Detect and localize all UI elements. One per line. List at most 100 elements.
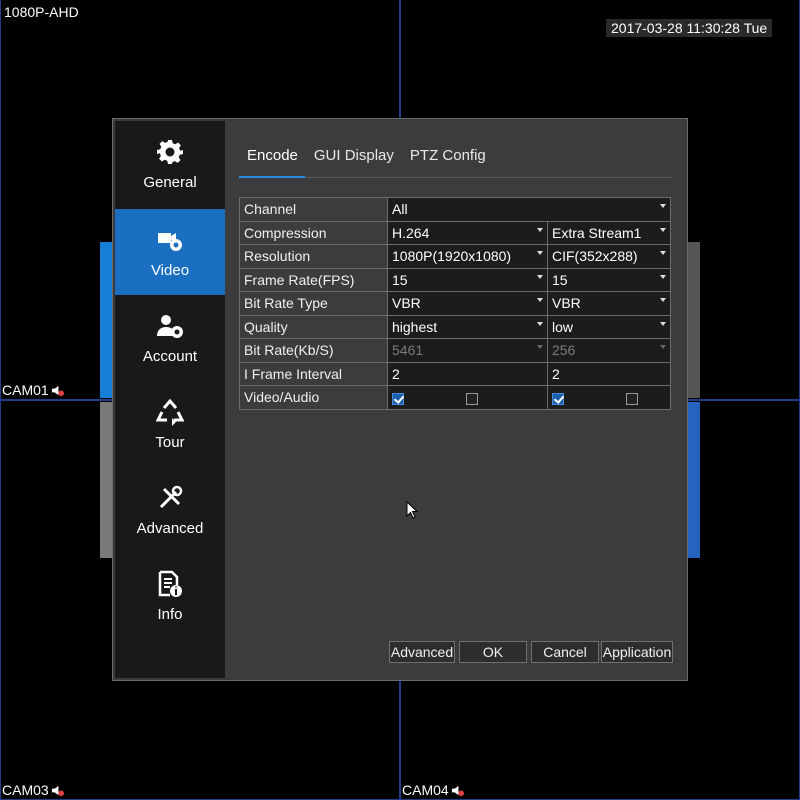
application-button[interactable]: Application [601, 641, 673, 663]
compression-extra-select[interactable]: Extra Stream1 [546, 220, 672, 245]
table-row: Compression H.264 Extra Stream1 [239, 220, 672, 245]
dropdown-arrow-icon [660, 298, 666, 302]
table-row: Quality highest low [239, 314, 672, 339]
video-strip [686, 402, 700, 558]
row-label: Bit Rate Type [239, 291, 388, 316]
sidebar-item-info[interactable]: Info [115, 553, 225, 639]
row-label: Channel [239, 197, 388, 222]
tab-ptz-config[interactable]: PTZ Config [402, 143, 494, 172]
extra-video-checkbox[interactable] [551, 392, 564, 405]
camera-name: CAM01 [2, 382, 49, 398]
table-row: I Frame Interval 2 2 [239, 361, 672, 386]
resolution-main-select[interactable]: 1080P(1920x1080) [387, 244, 548, 269]
frame-rate-extra-select[interactable]: 15 [546, 267, 672, 292]
extra-audio-checkbox[interactable] [625, 392, 638, 405]
resolution-extra-select[interactable]: CIF(352x288) [546, 244, 672, 269]
quality-main-select[interactable]: highest [387, 314, 548, 339]
i-frame-interval-extra-input[interactable]: 2 [546, 361, 672, 386]
sidebar-item-tour[interactable]: Tour [115, 381, 225, 467]
select-value: 256 [551, 342, 576, 359]
resolution-label: 1080P-AHD [4, 4, 79, 20]
row-label: Frame Rate(FPS) [239, 267, 388, 292]
compression-main-select[interactable]: H.264 [387, 220, 548, 245]
settings-main-panel: Encode GUI Display PTZ Config Channel Al… [225, 121, 687, 678]
camera-label-cam03[interactable]: CAM03 [2, 782, 64, 798]
i-frame-interval-main-input[interactable]: 2 [387, 361, 548, 386]
sidebar-item-label: Advanced [136, 519, 204, 537]
speaker-muted-icon [451, 785, 464, 796]
table-row: Resolution 1080P(1920x1080) CIF(352x288) [239, 244, 672, 269]
tools-icon [159, 485, 183, 508]
recycle-icon [156, 398, 184, 426]
dropdown-arrow-icon [536, 321, 543, 326]
dropdown-arrow-icon [660, 204, 666, 208]
row-label: Quality [239, 314, 388, 339]
dropdown-arrow-icon [660, 345, 666, 349]
video-camera-gear-icon [158, 232, 182, 251]
dropdown-arrow-icon [536, 345, 543, 349]
dropdown-arrow-icon [536, 251, 543, 255]
bit-rate-type-main-select[interactable]: VBR [387, 291, 548, 316]
tab-encode[interactable]: Encode [239, 143, 306, 172]
info-document-icon [158, 570, 182, 597]
table-row: Video/Audio [239, 385, 672, 410]
dropdown-arrow-icon [660, 274, 666, 279]
video-audio-extra-cell [546, 385, 672, 410]
cancel-button[interactable]: Cancel [531, 641, 599, 663]
row-label: Video/Audio [239, 385, 388, 410]
frame-rate-main-select[interactable]: 15 [387, 267, 548, 292]
mouse-cursor-icon [406, 501, 418, 519]
dropdown-arrow-icon [536, 298, 543, 302]
sidebar-item-label: General [143, 173, 197, 191]
table-row: Bit Rate(Kb/S) 5461 256 [239, 338, 672, 363]
camera-name: CAM04 [402, 782, 449, 798]
user-gear-icon [157, 314, 183, 338]
camera-label-cam01[interactable]: CAM01 [2, 382, 64, 398]
sidebar-item-video[interactable]: Video [115, 209, 225, 295]
select-value: highest [392, 318, 438, 335]
sidebar-item-label: Tour [155, 433, 185, 451]
tab-gui-display[interactable]: GUI Display [306, 143, 402, 172]
select-value: 15 [392, 271, 408, 288]
channel-select[interactable]: All [387, 197, 671, 222]
dropdown-arrow-icon [660, 251, 666, 255]
dropdown-arrow-icon [536, 274, 543, 279]
tab-bar: Encode GUI Display PTZ Config [239, 143, 494, 172]
select-value: VBR [392, 295, 421, 312]
ok-button[interactable]: OK [459, 641, 527, 663]
bit-rate-type-extra-select[interactable]: VBR [546, 291, 672, 316]
sidebar-item-general[interactable]: General [115, 121, 225, 207]
row-label: I Frame Interval [239, 361, 388, 386]
select-value: H.264 [392, 224, 430, 241]
table-row: Frame Rate(FPS) 15 15 [239, 267, 672, 292]
select-value: low [551, 318, 573, 335]
main-audio-checkbox[interactable] [465, 392, 478, 405]
dropdown-arrow-icon [536, 227, 543, 232]
advanced-button[interactable]: Advanced [389, 641, 455, 663]
grid-edge-left [0, 0, 1, 800]
sidebar-item-label: Account [142, 347, 198, 365]
sidebar-item-account[interactable]: Account [115, 295, 225, 381]
input-value: 2 [551, 365, 560, 382]
sidebar-item-advanced[interactable]: Advanced [115, 467, 225, 553]
select-value: 5461 [392, 342, 424, 359]
table-row: Bit Rate Type VBR VBR [239, 291, 672, 316]
active-tab-indicator [239, 176, 305, 178]
video-strip [686, 242, 700, 398]
main-video-checkbox[interactable] [392, 392, 404, 405]
settings-dialog: General Video Account Tour Advanced Info… [112, 118, 688, 681]
select-value: VBR [551, 295, 581, 312]
bit-rate-extra-select: 256 [546, 338, 672, 363]
gear-icon [157, 139, 183, 164]
select-value: CIF(352x288) [551, 248, 638, 265]
camera-label-cam04[interactable]: CAM04 [402, 782, 464, 798]
camera-name: CAM03 [2, 782, 49, 798]
row-label: Bit Rate(Kb/S) [239, 338, 388, 363]
select-value: 1080P(1920x1080) [392, 248, 512, 265]
quality-extra-select[interactable]: low [546, 314, 672, 339]
settings-sidebar: General Video Account Tour Advanced Info [115, 121, 225, 678]
input-value: 2 [392, 365, 400, 382]
row-label: Resolution [239, 244, 388, 269]
speaker-muted-icon [51, 385, 64, 396]
video-audio-main-cell [387, 385, 548, 410]
